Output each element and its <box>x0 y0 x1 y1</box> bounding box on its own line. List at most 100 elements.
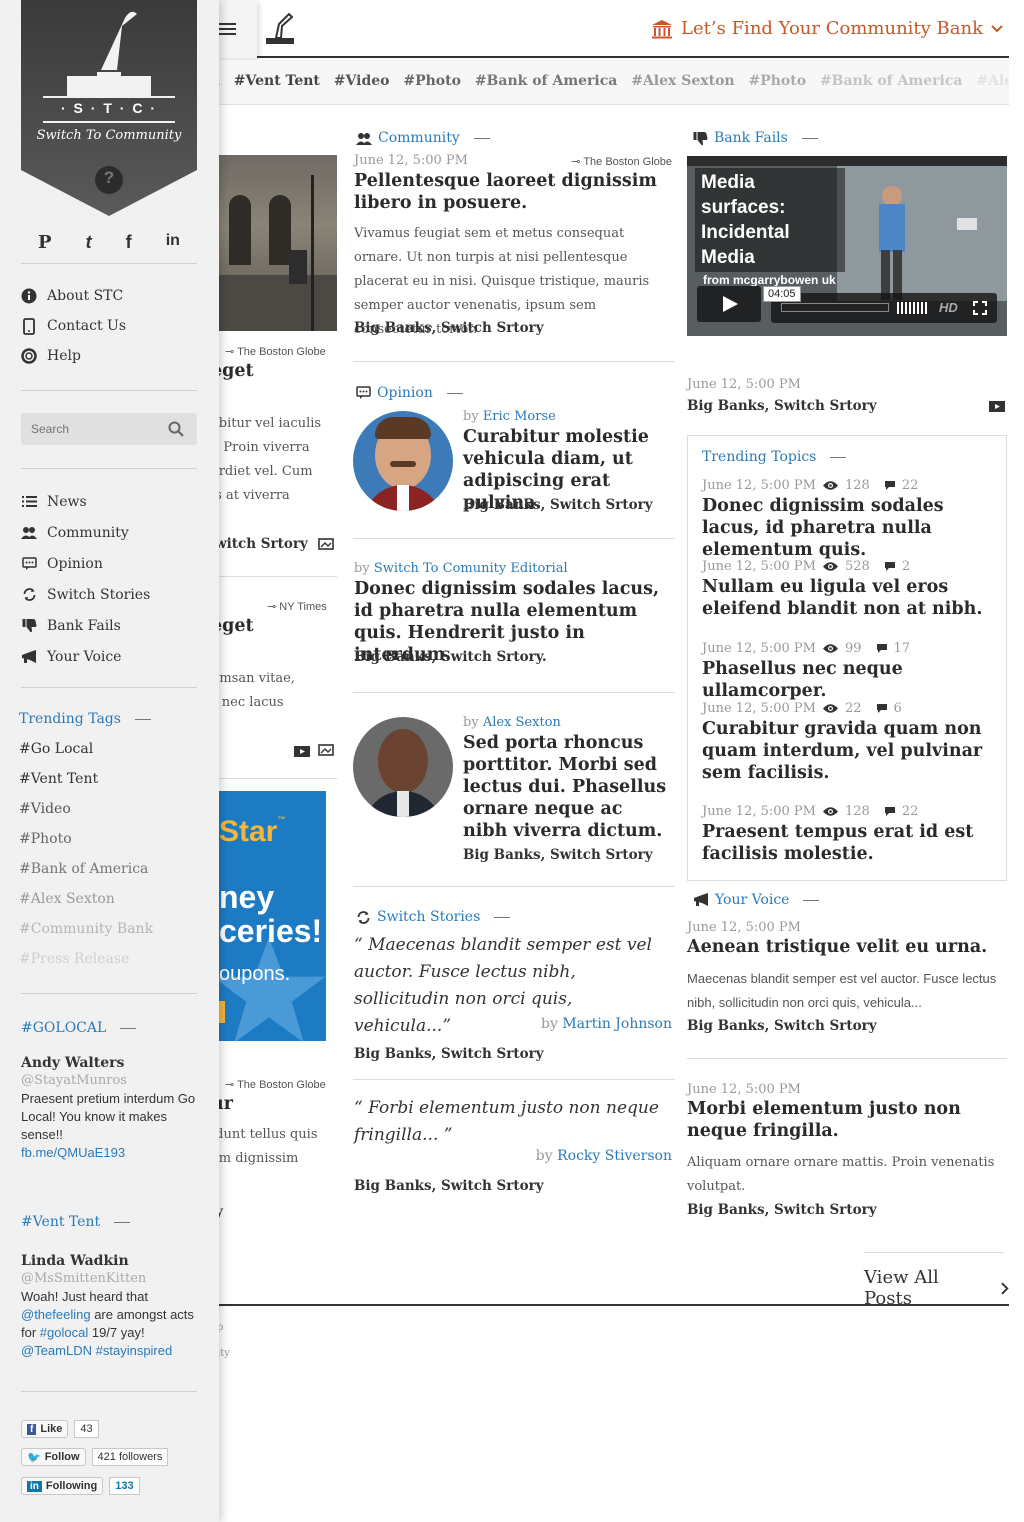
tweet-hashtag[interactable]: #stayinspired <box>96 1343 173 1358</box>
main-nav: News Community Opinion Switch Stories Ba… <box>21 486 197 672</box>
story-quote[interactable]: “ Forbi elementum justo non neque fringi… <box>354 1095 672 1149</box>
topic-headline[interactable]: Donec dignissim sodales lacus, id pharet… <box>702 495 1002 561</box>
author-link[interactable]: Eric Morse <box>483 409 556 424</box>
tweet-hashtag[interactable]: #golocal <box>40 1325 88 1340</box>
stc-logo-small[interactable] <box>263 12 297 46</box>
video-tags[interactable]: Big Banks, Switch Srtory <box>687 398 877 414</box>
opinion-tags[interactable]: Big Banks, Switch Srtory <box>463 497 653 513</box>
story-tags[interactable]: Big Banks, Switch Srtory <box>354 1178 544 1194</box>
trending-topic-item[interactable]: June 12, 5:00 PM 128 22 Praesent tempus era… <box>702 804 1002 865</box>
tag-strip-item[interactable]: #Bank of America <box>820 73 963 89</box>
view-all-posts-link[interactable]: View All Posts <box>864 1267 1009 1309</box>
opinion-tags[interactable]: Big Banks, Switch Srtory. <box>354 649 547 665</box>
facebook-like-button[interactable]: f Like <box>21 1420 69 1438</box>
topic-headline[interactable]: Curabitur gravida quam non quam interdum… <box>702 718 1002 784</box>
tag-strip-item[interactable]: #Alex Sexton <box>631 73 734 89</box>
eye-icon <box>822 704 838 713</box>
nav-switch-stories[interactable]: Switch Stories <box>21 579 197 610</box>
tag-strip: cal #Vent Tent #Video #Photo #Bank of Am… <box>197 60 1009 105</box>
play-button[interactable] <box>697 286 761 322</box>
following-count: 133 <box>109 1477 140 1495</box>
tweet-mention[interactable]: @thefeeling <box>21 1307 91 1322</box>
divider <box>353 361 675 362</box>
author-link[interactable]: Alex Sexton <box>483 715 561 730</box>
volume-bars[interactable] <box>897 302 929 314</box>
topic-headline[interactable]: Praesent tempus erat id est facilisis mo… <box>702 821 1002 865</box>
pinterest-icon[interactable]: P <box>38 232 52 253</box>
video-author[interactable]: from mcgarrybowen uk <box>703 273 836 287</box>
section-switch-stories[interactable]: Switch Stories <box>356 908 511 926</box>
tag-strip-item[interactable]: #Alex Sexton <box>976 73 1009 89</box>
trending-topic-item[interactable]: June 12, 5:00 PM 528 2 Nullam eu ligula vel… <box>702 559 1002 620</box>
video-time: 04:05 <box>763 286 801 302</box>
tag-strip-item[interactable]: #Bank of America <box>475 73 618 89</box>
trending-tag[interactable]: #Community Bank <box>19 914 195 944</box>
topic-headline[interactable]: Nullam eu ligula vel eros eleifend bland… <box>702 576 1002 620</box>
nav-opinion[interactable]: Opinion <box>21 548 197 579</box>
article-tags[interactable]: Big Banks, Switch Srtory <box>354 320 544 336</box>
trending-tag[interactable]: #Video <box>19 794 195 824</box>
voice-headline[interactable]: Morbi elementum justo non neque fringill… <box>687 1098 1007 1142</box>
author-avatar-eric-morse[interactable] <box>353 411 453 511</box>
voice-tags[interactable]: Big Banks, Switch Srtory <box>687 1202 877 1218</box>
help-mark-icon[interactable]: ? <box>101 168 117 188</box>
nav-community[interactable]: Community <box>21 517 197 548</box>
news-tags[interactable]: witch Srtory <box>215 536 308 552</box>
tag-strip-item[interactable]: #Photo <box>748 73 806 89</box>
search-icon[interactable] <box>168 421 184 437</box>
trending-topic-item[interactable]: June 12, 5:00 PM 128 22 Donec dignissim sod… <box>702 478 1002 561</box>
voice-tags[interactable]: Big Banks, Switch Srtory <box>687 1018 877 1034</box>
twitter-follow-button[interactable]: 🐦 Follow <box>21 1448 86 1466</box>
author-link[interactable]: Switch To Comunity Editorial <box>374 561 568 576</box>
linkedin-following-button[interactable]: in Following <box>21 1477 104 1495</box>
tweet-author[interactable]: Andy Walters <box>21 1054 197 1072</box>
tweet-link[interactable]: fb.me/QMUaE193 <box>21 1145 125 1160</box>
trending-tag[interactable]: #Alex Sexton <box>19 884 195 914</box>
section-your-voice[interactable]: Your Voice <box>693 891 820 909</box>
contact-link[interactable]: Contact Us <box>21 311 197 341</box>
video-player[interactable]: Media surfaces: Incidental Media from mc… <box>687 156 1007 336</box>
story-byline: by Rocky Stiverson <box>535 1148 672 1164</box>
nav-your-voice[interactable]: Your Voice <box>21 641 197 672</box>
tag-strip-item[interactable]: #Photo <box>403 73 461 89</box>
tweet-author[interactable]: Linda Wadkin <box>21 1252 197 1270</box>
tweet-mention[interactable]: @TeamLDN <box>21 1343 92 1358</box>
eye-icon <box>822 807 838 816</box>
twitter-icon[interactable]: t <box>86 232 92 253</box>
tweet-handle[interactable]: @StayatMunros <box>21 1072 197 1090</box>
advertisement-banner[interactable]: Star™ ney ceries! oupons. <box>219 791 326 1041</box>
trending-topic-item[interactable]: June 12, 5:00 PM 22 6 Curabitur gravida qua… <box>702 701 1002 784</box>
section-community[interactable]: Community <box>356 129 490 147</box>
video-progress-bar[interactable] <box>781 303 889 312</box>
facebook-icon[interactable]: f <box>126 232 132 253</box>
find-bank-link[interactable]: Let’s Find Your Community Bank <box>651 18 1003 39</box>
article-headline[interactable]: Pellentesque laoreet dignissim libero in… <box>354 170 676 214</box>
building-photo[interactable] <box>219 155 337 331</box>
fullscreen-icon[interactable] <box>973 301 987 315</box>
story-tags[interactable]: Big Banks, Switch Srtory <box>354 1046 544 1062</box>
trending-tag[interactable]: #Press Release <box>19 944 195 974</box>
topic-headline[interactable]: Phasellus nec neque ullamcorper. <box>702 658 1002 702</box>
tag-strip-item[interactable]: #Vent Tent <box>234 73 320 89</box>
opinion-tags[interactable]: Big Banks, Switch Srtory <box>463 847 653 863</box>
tweet-handle[interactable]: @MsSmittenKitten <box>21 1270 197 1288</box>
help-link[interactable]: Help <box>21 341 197 371</box>
hd-label[interactable]: HD <box>939 300 958 315</box>
author-avatar-alex-sexton[interactable] <box>353 717 453 817</box>
opinion-headline[interactable]: Sed porta rhoncus porttitor. Morbi sed l… <box>463 732 668 842</box>
voice-headline[interactable]: Aenean tristique velit eu urna. <box>687 936 1007 958</box>
tag-strip-item[interactable]: #Video <box>334 73 390 89</box>
trending-topic-item[interactable]: June 12, 5:00 PM 99 17 Phasellus nec neque … <box>702 641 1002 702</box>
about-link[interactable]: About STC <box>21 281 197 311</box>
nav-news[interactable]: News <box>21 486 197 517</box>
author-link[interactable]: Martin Johnson <box>562 1016 672 1032</box>
nav-bank-fails[interactable]: Bank Fails <box>21 610 197 641</box>
author-link[interactable]: Rocky Stiverson <box>557 1148 672 1164</box>
trending-tag[interactable]: #Vent Tent <box>19 764 195 794</box>
linkedin-icon[interactable]: in <box>166 232 180 253</box>
section-opinion[interactable]: Opinion <box>356 384 463 402</box>
section-bank-fails[interactable]: Bank Fails <box>693 129 818 147</box>
trending-tag[interactable]: #Photo <box>19 824 195 854</box>
trending-tag[interactable]: #Bank of America <box>19 854 195 884</box>
trending-tag[interactable]: #Go Local <box>19 734 195 764</box>
